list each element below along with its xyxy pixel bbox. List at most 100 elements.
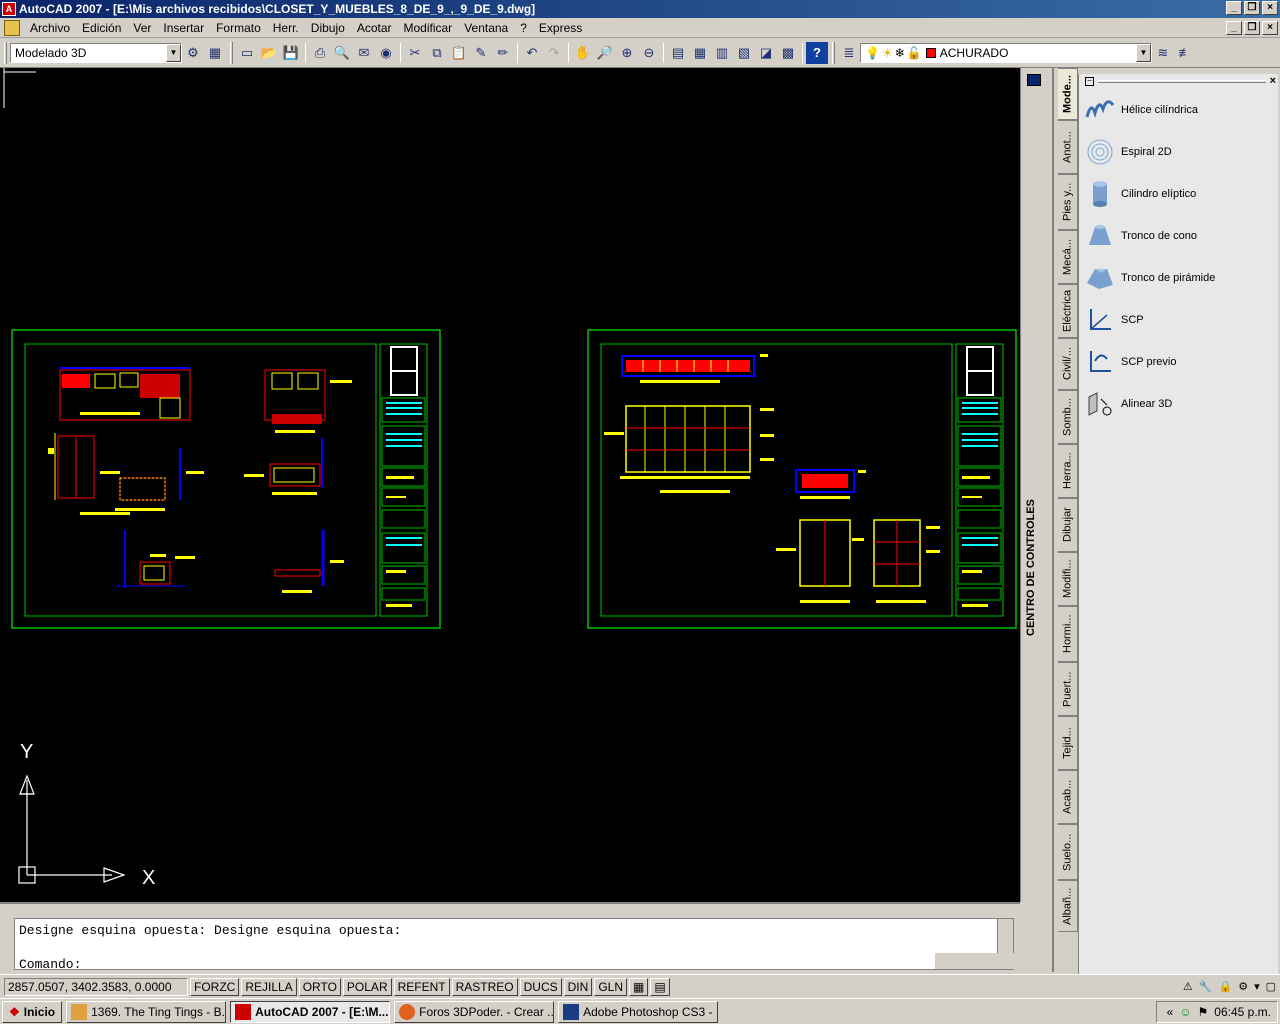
taskbar-item-autocad[interactable]: AutoCAD 2007 - [E:\M... [230,1000,391,1023]
menu-express[interactable]: Express [533,21,588,35]
command-scrollbar[interactable] [997,919,1013,953]
taskbar-item-music[interactable]: 1369. The Ting Tings - B... [66,1000,227,1023]
block-editor-icon[interactable]: ✏ [492,42,514,64]
command-line[interactable]: Designe esquina opuesta: Designe esquina… [14,918,1015,972]
tab-sombreado[interactable]: Somb... [1058,390,1078,444]
3d-dwf-icon[interactable]: ◉ [375,42,397,64]
coordinates-display[interactable]: 2857.0507, 3402.3583, 0.0000 [4,977,188,996]
properties-icon[interactable]: ▤ [667,42,689,64]
doc-minimize-button[interactable]: _ [1226,21,1242,35]
chevron-down-icon[interactable]: ▼ [1136,43,1151,62]
drawing-area[interactable]: Y X [0,68,1020,902]
tool-helice-cilindrica[interactable]: Hélice cilíndrica [1085,90,1198,130]
workspace-save-icon[interactable]: ▦ [204,42,226,64]
menu-ver[interactable]: Ver [127,21,157,35]
osnap-toggle[interactable]: REFENT [393,977,450,996]
undo-icon[interactable]: ↶ [521,42,543,64]
print-preview-icon[interactable]: 🔍 [331,42,353,64]
tool-espiral-2d[interactable]: Espiral 2D [1085,132,1172,172]
taskbar-item-photoshop[interactable]: Adobe Photoshop CS3 - ... [558,1000,719,1023]
collapse-icon[interactable]: − [1085,76,1094,86]
menu-modificar[interactable]: Modificar [398,21,459,35]
pan-icon[interactable]: ✋ [572,42,594,64]
menu-archivo[interactable]: Archivo [24,21,76,35]
zoom-realtime-icon[interactable]: 🔎 [594,42,616,64]
restore-button[interactable]: ❐ [1244,1,1260,15]
autocad-app-icon[interactable]: A [2,2,16,16]
tab-herramientas[interactable]: Herra... [1058,444,1078,498]
chevron-down-icon[interactable]: ▼ [166,43,181,62]
paste-icon[interactable]: 📋 [448,42,470,64]
tool-tronco-piramide[interactable]: Tronco de pirámide [1085,258,1215,298]
palette-drag-bar[interactable] [1098,79,1266,83]
menu-herr[interactable]: Herr. [267,21,305,35]
menu-ayuda[interactable]: ? [514,21,533,35]
menu-dibujo[interactable]: Dibujo [305,21,351,35]
tab-pies[interactable]: Pies y... [1058,174,1078,230]
tab-modificar[interactable]: Modifi... [1058,552,1078,606]
chevron-left-icon[interactable]: « [1167,1005,1174,1019]
otrack-toggle[interactable]: RASTREO [451,977,518,996]
dyn-toggle[interactable]: DIN [563,977,593,996]
publish-icon[interactable]: ✉ [353,42,375,64]
doc-restore-button[interactable]: ❐ [1244,21,1260,35]
minimize-button[interactable]: _ [1226,1,1242,15]
dashboard-icon[interactable] [1027,74,1041,86]
tool-icon[interactable]: 🔧 [1199,980,1213,993]
lwt-toggle[interactable]: GLN [594,977,627,996]
redo-icon[interactable]: ↷ [543,42,565,64]
tab-acabados[interactable]: Acab... [1058,770,1078,824]
communication-center-icon[interactable]: ▤ [650,977,670,996]
design-center-icon[interactable]: ▦ [689,42,711,64]
layer-manager-icon[interactable]: ≣ [838,42,860,64]
menu-edicion[interactable]: Edición [76,21,127,35]
workspace-settings-icon[interactable]: ⚙ [182,42,204,64]
layer-select[interactable]: 💡 ☀ ❄ 🔓 ACHURADO ▼ [860,42,1152,63]
zoom-previous-icon[interactable]: ⊖ [638,42,660,64]
tab-modelado[interactable]: Mode... [1058,68,1078,120]
close-icon[interactable]: × [1270,75,1276,87]
menu-insertar[interactable]: Insertar [157,21,210,35]
tab-suelos[interactable]: Suelo... [1058,824,1078,880]
sheet-set-icon[interactable]: ▧ [733,42,755,64]
tab-mecanica[interactable]: Mecá... [1058,230,1078,284]
snap-toggle[interactable]: FORZC [190,977,240,996]
tool-scp[interactable]: SCP [1085,300,1144,340]
help-icon[interactable]: ? [806,41,828,64]
open-file-icon[interactable]: 📂 [258,42,280,64]
tab-tejidos[interactable]: Tejid... [1058,716,1078,770]
polar-toggle[interactable]: POLAR [342,977,392,996]
tool-alinear-3d[interactable]: Alinear 3D [1085,384,1172,424]
menu-formato[interactable]: Formato [210,21,267,35]
tab-electrica[interactable]: Eléctrica [1058,284,1078,338]
tool-tronco-cono[interactable]: Tronco de cono [1085,216,1197,256]
taskbar-item-browser[interactable]: Foros 3DPoder. - Crear ... [394,1000,555,1023]
make-object-layer-current-icon[interactable]: ≋ [1152,42,1174,64]
close-button[interactable]: × [1262,1,1278,15]
messenger-icon[interactable]: ☺ [1179,1005,1191,1019]
copy-icon[interactable]: ⧉ [426,42,448,64]
model-layout-icon[interactable]: ▦ [629,977,649,996]
clean-screen-icon[interactable]: ▢ [1266,980,1276,993]
cut-icon[interactable]: ✂ [404,42,426,64]
tool-scp-previo[interactable]: SCP previo [1085,342,1176,382]
menu-arrow-icon[interactable]: ▾ [1254,980,1260,993]
ducs-toggle[interactable]: DUCS [519,977,562,996]
match-properties-icon[interactable]: ✎ [470,42,492,64]
tab-dibujar[interactable]: Dibujar [1058,498,1078,552]
tool-palettes-icon[interactable]: ▥ [711,42,733,64]
calculator-icon[interactable]: ▩ [777,42,799,64]
toolbar-grip[interactable] [4,41,7,64]
layer-previous-icon[interactable]: ≢ [1174,42,1196,64]
tab-albanileria[interactable]: Albañ... [1058,880,1078,932]
grid-toggle[interactable]: REJILLA [241,977,297,996]
tab-puertas[interactable]: Puert... [1058,662,1078,716]
tab-hormigon[interactable]: Hormi... [1058,606,1078,662]
tab-anotacion[interactable]: Anot... [1058,120,1078,174]
tab-civil[interactable]: Civil/... [1058,338,1078,390]
toolbar-grip[interactable] [230,41,233,64]
menu-acotar[interactable]: Acotar [351,21,398,35]
document-icon[interactable] [4,19,20,36]
dashboard-collapsed[interactable]: CENTRO DE CONTROLES [1020,68,1048,902]
tool-cilindro-eliptico[interactable]: Cilindro elíptico [1085,174,1196,214]
